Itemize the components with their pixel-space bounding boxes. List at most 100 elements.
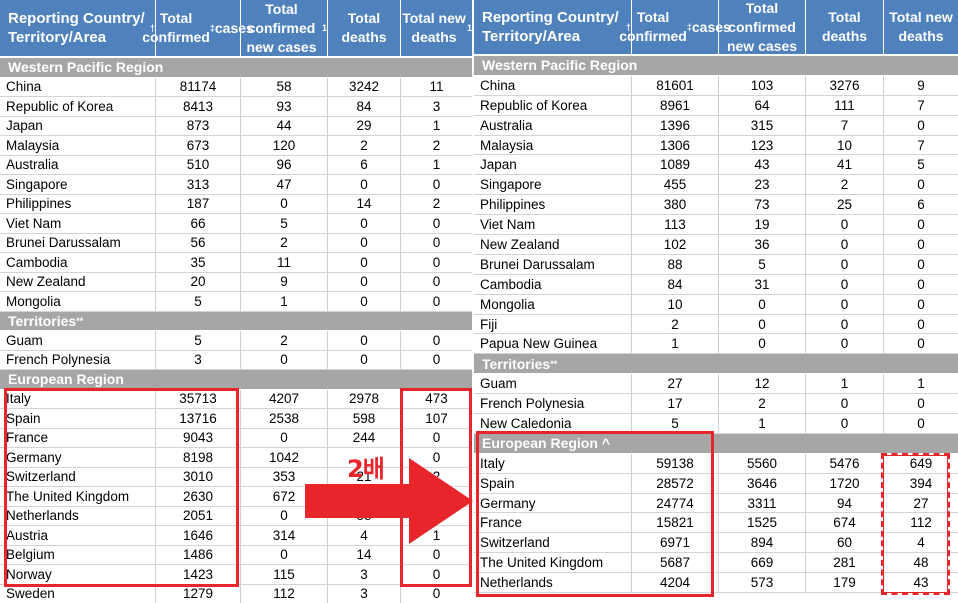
value-cell: 0	[328, 331, 401, 350]
table-row: Guam 5 2 0 0	[0, 331, 472, 351]
column-header: Total new deaths	[889, 9, 953, 44]
value-cell: 394	[909, 475, 933, 491]
value-cell: 1	[719, 414, 806, 433]
value-cell: 0	[328, 272, 401, 291]
value-cell: 0	[328, 175, 401, 194]
value-cell: 115	[241, 565, 328, 584]
table-row: Philippines 380 73 25 6	[474, 195, 958, 216]
value-cell: 5	[241, 214, 328, 233]
column-header: Total deaths	[806, 0, 884, 54]
section-header: European Region	[0, 370, 472, 390]
column-header: Total confirmed new cases 1	[241, 0, 328, 56]
country-cell: Switzerland	[0, 467, 156, 486]
country-cell: China	[0, 77, 156, 96]
value-cell: 0	[917, 316, 925, 332]
value-cell: 0	[328, 350, 401, 369]
table-row: Viet Nam 113 19 0 0	[474, 215, 958, 236]
value-cell: 94	[806, 493, 884, 513]
value-cell: 0	[432, 176, 441, 192]
value-cell: 4	[328, 526, 401, 545]
section-header: Western Pacific Region	[0, 58, 472, 78]
table-row: Sweden 1279 112 3 0	[0, 584, 472, 603]
value-cell: 1646	[156, 526, 241, 545]
column-header: Reporting Country/ Territory/Area †	[474, 0, 632, 54]
column-header: Total new deaths 1	[402, 10, 472, 45]
table-row: Papua New Guinea 1 0 0 0	[474, 334, 958, 355]
value-cell: 113	[632, 215, 719, 235]
value-cell: 7	[917, 97, 925, 113]
value-cell: 3	[328, 584, 401, 603]
value-cell: 1	[241, 292, 328, 311]
table-row: French Polynesia 3 0 0 0	[0, 350, 472, 370]
country-cell: Italy	[474, 453, 632, 473]
value-cell: 0	[432, 566, 441, 582]
country-cell: Guam	[0, 331, 156, 350]
value-cell: 58	[328, 506, 401, 525]
table-row: China 81601 103 3276 9	[474, 75, 958, 96]
country-cell: Malaysia	[0, 136, 156, 155]
value-cell: 0	[328, 253, 401, 272]
country-cell: China	[474, 75, 632, 95]
table-row: Cambodia 84 31 0 0	[474, 274, 958, 295]
country-cell: France	[0, 428, 156, 447]
value-cell: 35713	[156, 389, 241, 408]
country-cell: French Polynesia	[0, 350, 156, 369]
column-header: Total confirmed new cases	[719, 0, 806, 54]
table-row: Japan 1089 43 41 5	[474, 155, 958, 176]
value-cell: 0	[328, 292, 401, 311]
country-cell: Japan	[0, 116, 156, 135]
table-row: Netherlands 4204 573 179 43	[474, 573, 958, 594]
annotation-text: 2배	[347, 455, 385, 483]
value-cell: 0	[328, 233, 401, 252]
country-cell: Philippines	[0, 194, 156, 213]
value-cell: 0	[719, 314, 806, 334]
value-cell: 0	[917, 177, 925, 193]
value-cell: 1306	[632, 135, 719, 155]
value-cell: 0	[917, 117, 925, 133]
table-row: Germany 24774 3311 94 27	[474, 493, 958, 514]
left-table-snapshot: Reporting Country/ Territory/Area † Total …	[0, 0, 472, 603]
country-cell: Netherlands	[474, 573, 632, 593]
value-cell: 2	[241, 233, 328, 252]
value-cell: 0	[432, 586, 441, 602]
country-cell: The United Kingdom	[0, 487, 156, 506]
value-cell: 27	[632, 374, 719, 394]
value-cell: 4207	[241, 389, 328, 408]
value-cell: 1	[432, 157, 441, 173]
value-cell: 60	[806, 533, 884, 553]
value-cell: 112	[910, 515, 932, 531]
table-row: Spain 28572 3646 1720 394	[474, 473, 958, 494]
country-cell: Mongolia	[0, 292, 156, 311]
value-cell: 11	[429, 79, 444, 95]
country-cell: New Caledonia	[474, 414, 632, 433]
table-row: Cambodia 35 11 0 0	[0, 253, 472, 273]
value-cell: 41	[806, 155, 884, 175]
country-cell: Germany	[474, 493, 632, 513]
country-cell: Netherlands	[0, 506, 156, 525]
country-cell: New Zealand	[0, 272, 156, 291]
value-cell: 29	[328, 116, 401, 135]
country-cell: Germany	[0, 448, 156, 467]
value-cell: 123	[719, 135, 806, 155]
value-cell: 473	[425, 391, 448, 407]
table-row: Brunei Darussalam 56 2 0 0	[0, 233, 472, 253]
value-cell: 6	[917, 197, 925, 213]
value-cell: 0	[917, 256, 925, 272]
value-cell: 0	[432, 547, 441, 563]
table-row: Singapore 455 23 2 0	[474, 175, 958, 196]
value-cell: 0	[432, 235, 441, 251]
value-cell: 4204	[632, 573, 719, 593]
value-cell: 0	[432, 430, 441, 446]
value-cell: 2	[432, 137, 441, 153]
value-cell: 313	[156, 175, 241, 194]
value-cell: 187	[156, 194, 241, 213]
value-cell: 3276	[806, 75, 884, 95]
value-cell: 48	[913, 555, 929, 571]
country-cell: New Zealand	[474, 235, 632, 254]
value-cell: 8413	[156, 97, 241, 116]
value-cell: 1720	[806, 473, 884, 493]
value-cell: 120	[241, 136, 328, 155]
value-cell: 1423	[156, 565, 241, 584]
value-cell: 3	[432, 98, 441, 114]
value-cell: 5687	[632, 553, 719, 573]
